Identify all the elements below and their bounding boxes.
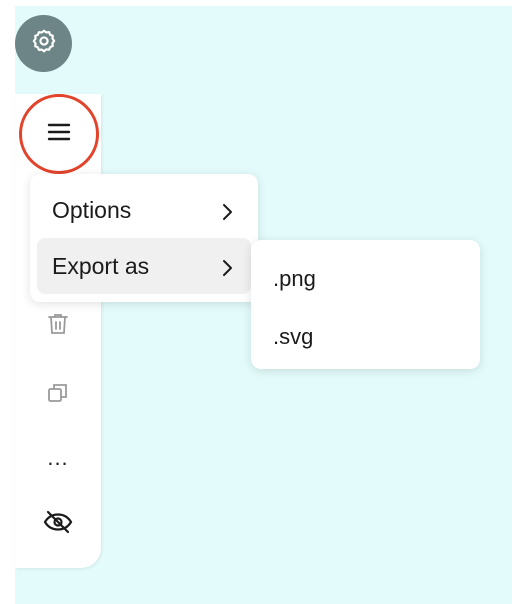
- menu-item-options[interactable]: Options: [37, 182, 251, 238]
- toggle-visibility-button[interactable]: [15, 502, 101, 546]
- duplicate-icon: [46, 381, 70, 410]
- main-menu-button[interactable]: [19, 94, 99, 174]
- gear-icon: [31, 28, 57, 59]
- delete-button[interactable]: [15, 304, 101, 348]
- chevron-right-icon: [221, 200, 233, 227]
- export-svg-option[interactable]: .svg: [273, 317, 313, 357]
- export-submenu: .png .svg: [251, 240, 480, 369]
- duplicate-button[interactable]: [15, 373, 101, 417]
- export-png-option[interactable]: .png: [273, 259, 316, 299]
- chevron-right-icon: [221, 256, 233, 283]
- hamburger-menu-icon: [47, 123, 71, 146]
- more-options-icon: ...: [47, 445, 69, 470]
- menu-item-label: Export as: [52, 252, 150, 279]
- more-options-button[interactable]: ...: [15, 436, 101, 480]
- main-menu-dropdown: Options Export as: [30, 174, 258, 302]
- settings-button[interactable]: [15, 15, 72, 72]
- eye-off-icon: [43, 510, 73, 539]
- menu-item-label: Options: [52, 196, 132, 223]
- menu-item-export-as[interactable]: Export as: [37, 238, 251, 294]
- trash-icon: [47, 312, 69, 341]
